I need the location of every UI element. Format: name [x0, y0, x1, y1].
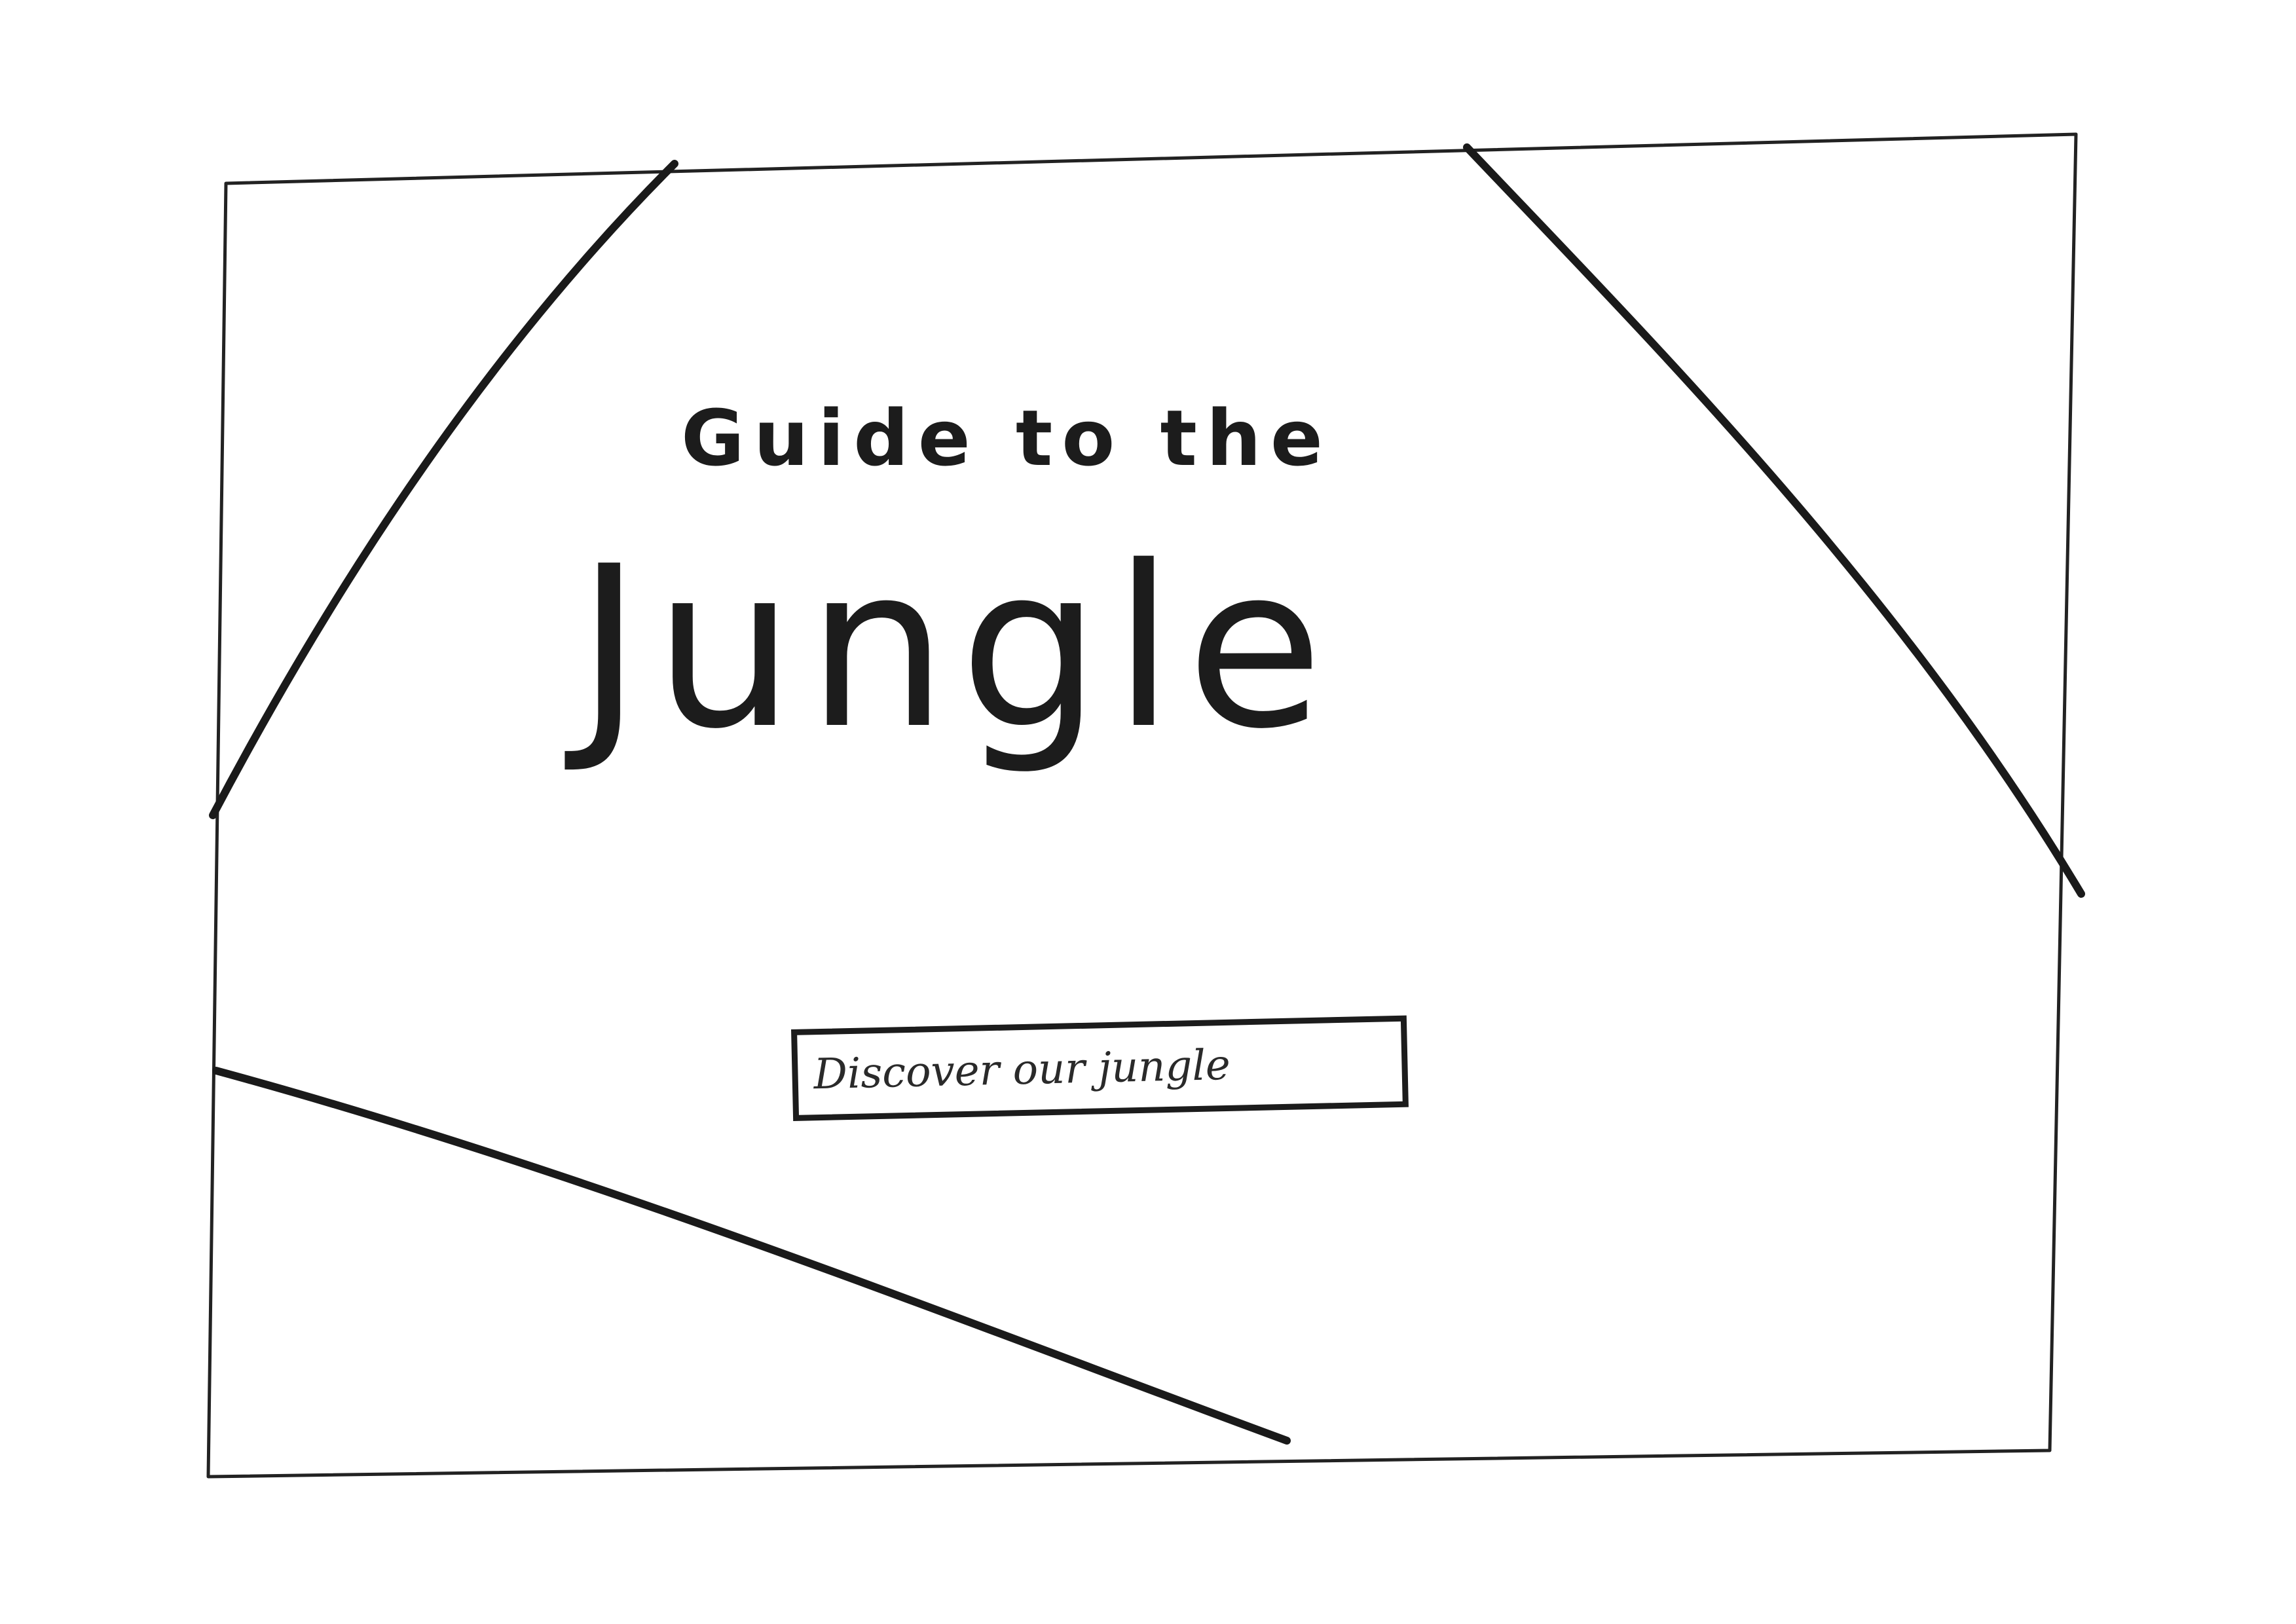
discover-jungle-button[interactable]: Discover our jungle [791, 1015, 1409, 1121]
wireframe-sketch [206, 132, 2085, 1479]
top-right-diagonal [1463, 143, 2085, 898]
page-frame [206, 132, 2078, 1479]
bottom-left-diagonal [212, 1067, 1291, 1445]
hero-subtitle: Guide to the [681, 393, 1332, 483]
hero-title: Jungle [576, 519, 1335, 778]
discover-jungle-button-label: Discover our jungle [813, 1041, 1231, 1099]
